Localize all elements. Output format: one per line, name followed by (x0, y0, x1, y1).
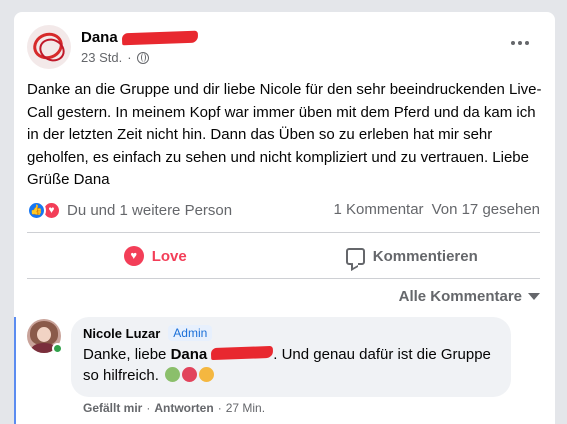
comment-label: Kommentieren (372, 247, 478, 265)
post-author[interactable]: Dana (81, 29, 198, 46)
action-separator: · (146, 401, 151, 415)
love-icon: ♥ (123, 246, 144, 266)
love-label: Love (151, 247, 187, 265)
action-separator: · (217, 401, 222, 415)
redaction-mark (121, 30, 198, 45)
divider (27, 232, 540, 233)
post-time[interactable]: 23 Std. (81, 50, 122, 65)
comment-text: Danke, liebe Dana. Und genau dafür ist d… (83, 344, 499, 386)
post-card: Dana 23 Std. · Danke an die Gruppe und d… (14, 12, 555, 424)
comment-author[interactable]: Nicole Luzar (83, 326, 160, 341)
comment-sort-dropdown[interactable]: Alle Kommentare (399, 288, 540, 305)
thread-focus-line (14, 317, 16, 424)
comment-bubble: Nicole Luzar Admin Danke, liebe Dana. Un… (71, 317, 511, 397)
author-avatar[interactable] (27, 25, 71, 69)
online-status-dot (52, 343, 63, 354)
post-counts: 1 Kommentar Von 17 gesehen (334, 201, 540, 218)
more-options-icon[interactable] (507, 34, 533, 52)
comment-actions: Gefällt mir · Antworten · 27 Min. (83, 401, 265, 415)
post-meta: 23 Std. · (81, 50, 149, 65)
action-bar: ♥ Love Kommentieren (27, 234, 540, 278)
mention-name[interactable]: Dana (171, 346, 208, 363)
reactors-text[interactable]: Du und 1 weitere Person (67, 202, 232, 219)
love-button[interactable]: ♥ Love (27, 234, 284, 278)
comment-icon (345, 247, 365, 265)
admin-badge: Admin (168, 325, 213, 341)
comment-button[interactable]: Kommentieren (284, 234, 541, 278)
redaction-mark (211, 345, 274, 361)
dot (518, 41, 522, 45)
reply-button[interactable]: Antworten (154, 401, 213, 415)
comment-text-start: Danke, liebe (83, 346, 167, 363)
like-reaction-icon: 👍 (27, 200, 46, 220)
comment-count[interactable]: 1 Kommentar (334, 201, 424, 218)
like-comment-button[interactable]: Gefällt mir (83, 401, 142, 415)
mention-link[interactable]: Dana (171, 345, 274, 363)
bouquet-emoji-icon (165, 367, 181, 382)
seen-by[interactable]: Von 17 gesehen (432, 201, 540, 218)
comment-header: Nicole Luzar Admin (83, 325, 499, 341)
post-author-name[interactable]: Dana (81, 29, 118, 46)
dot (525, 41, 529, 45)
hearts-emoji-icon (182, 367, 198, 382)
sort-label: Alle Kommentare (398, 288, 522, 305)
comment-time[interactable]: 27 Min. (226, 401, 265, 415)
globe-icon (136, 51, 149, 64)
caret-down-icon (528, 293, 540, 300)
reaction-summary[interactable]: 👍 ♥ Du und 1 weitere Person (27, 199, 232, 221)
meta-separator: · (127, 50, 132, 65)
avatar-face (37, 327, 51, 342)
person-emoji-icon (199, 367, 215, 382)
dot (511, 41, 515, 45)
post-text: Danke an die Gruppe und dir liebe Nicole… (27, 81, 542, 188)
divider (27, 278, 540, 279)
